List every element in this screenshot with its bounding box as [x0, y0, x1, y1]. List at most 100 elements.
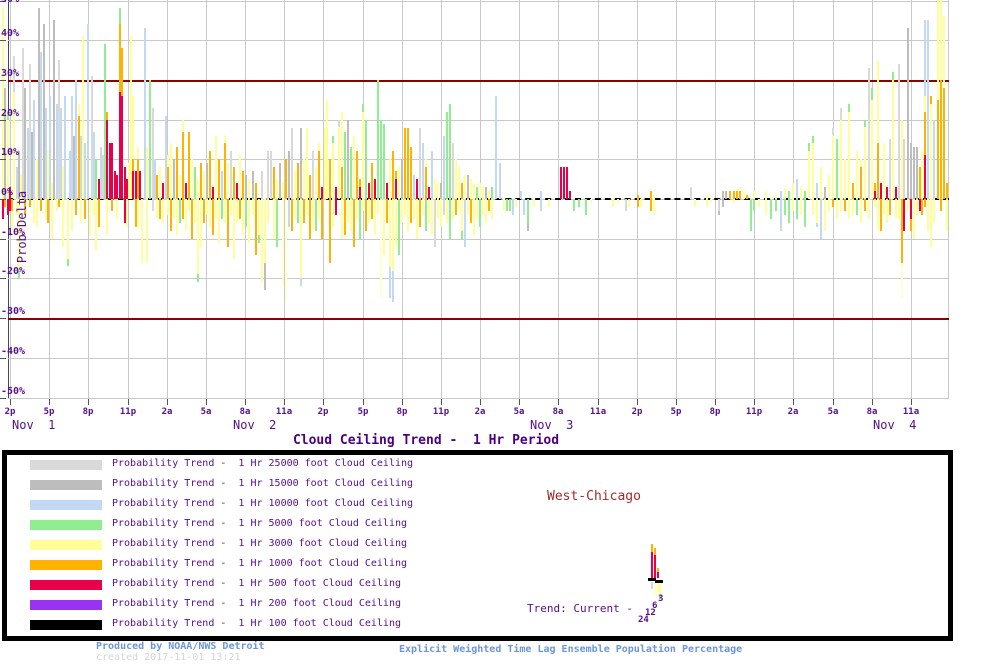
- stacked-bar-segment: [758, 199, 760, 207]
- stacked-bar-segment: [188, 132, 190, 200]
- stacked-bar-segment: [434, 199, 436, 247]
- stacked-bar-segment: [221, 199, 223, 219]
- stacked-bar-segment: [132, 159, 134, 171]
- stacked-bar-segment: [71, 199, 73, 231]
- stacked-bar-segment: [739, 187, 741, 191]
- stacked-bar-segment: [209, 199, 211, 227]
- stacked-bar-segment: [116, 199, 118, 219]
- y-tick-label: 20%: [1, 108, 19, 119]
- stacked-bar-segment: [386, 199, 388, 223]
- stacked-bar-segment: [350, 147, 352, 199]
- stacked-bar-segment: [392, 199, 394, 271]
- x-tick-mark: [10, 399, 11, 405]
- stacked-bar-segment: [437, 199, 439, 219]
- horizontal-gridline: [8, 239, 949, 240]
- stacked-bar-segment: [242, 171, 244, 199]
- stacked-bar-segment: [877, 143, 879, 199]
- stacked-bar-segment: [533, 199, 535, 207]
- stacked-bar-segment: [820, 167, 822, 199]
- stacked-bar-segment: [335, 187, 337, 199]
- stacked-bar-segment: [832, 199, 834, 207]
- x-tick-mark: [88, 399, 89, 405]
- stacked-bar-segment: [416, 199, 418, 239]
- stacked-bar-segment: [338, 128, 340, 200]
- stacked-bar-segment: [242, 199, 244, 235]
- mini-bar-segment: [654, 582, 656, 596]
- stacked-bar-segment: [194, 167, 196, 199]
- stacked-bar-segment: [84, 143, 86, 199]
- stacked-bar-segment: [62, 199, 64, 247]
- x-tick-label: 2p: [308, 407, 338, 417]
- stacked-bar-segment: [11, 199, 13, 211]
- stacked-bar-segment: [368, 199, 370, 223]
- stacked-bar-segment: [245, 175, 247, 199]
- stacked-bar-segment: [736, 191, 738, 199]
- stacked-bar-segment: [933, 120, 935, 199]
- stacked-bar-segment: [452, 143, 454, 199]
- stacked-bar-segment: [808, 143, 810, 151]
- x-tick-mark: [715, 399, 716, 405]
- stacked-bar-segment: [329, 199, 331, 263]
- stacked-bar-segment: [784, 199, 786, 215]
- stacked-bar-segment: [452, 199, 454, 219]
- stacked-bar-segment: [470, 199, 472, 223]
- stacked-bar-segment: [273, 167, 275, 199]
- stacked-bar-segment: [239, 199, 241, 219]
- stacked-bar-segment: [880, 183, 882, 199]
- stacked-bar-segment: [380, 199, 382, 298]
- stacked-bar-segment: [309, 175, 311, 199]
- x-tick-mark: [284, 399, 285, 405]
- stacked-bar-segment: [455, 159, 457, 199]
- stacked-bar-segment: [746, 195, 748, 199]
- stacked-bar-segment: [458, 167, 460, 199]
- stacked-bar-segment: [930, 199, 932, 247]
- stacked-bar-segment: [836, 199, 838, 219]
- stacked-bar-segment: [792, 199, 794, 211]
- legend-item-label: Probability Trend - 1 Hr 10000 foot Clou…: [112, 498, 413, 509]
- stacked-bar-segment: [159, 199, 161, 219]
- legend-color-swatch: [30, 600, 102, 610]
- stacked-bar-segment: [895, 199, 897, 219]
- stacked-bar-segment: [194, 199, 196, 223]
- stacked-bar-segment: [479, 183, 481, 199]
- stacked-bar-segment: [395, 199, 397, 247]
- stacked-bar-segment: [828, 199, 830, 211]
- y-tick-mark: [0, 358, 6, 359]
- stacked-bar-segment: [236, 183, 238, 199]
- stacked-bar-segment: [820, 199, 822, 239]
- stacked-bar-segment: [368, 183, 370, 199]
- stacked-bar-segment: [362, 104, 364, 112]
- stacked-bar-segment: [309, 199, 311, 239]
- stacked-bar-segment: [258, 199, 260, 235]
- stacked-bar-segment: [868, 68, 870, 199]
- stacked-bar-segment: [398, 199, 400, 255]
- stacked-bar-segment: [36, 199, 38, 227]
- stacked-bar-segment: [156, 199, 158, 219]
- stacked-bar-segment: [89, 199, 91, 235]
- y-tick-mark: [0, 278, 6, 279]
- stacked-bar-segment: [179, 199, 181, 223]
- stacked-bar-segment: [383, 199, 385, 255]
- stacked-bar-segment: [921, 199, 923, 215]
- stacked-bar-segment: [739, 191, 741, 199]
- stacked-bar-segment: [270, 151, 272, 199]
- x-tick-label: 2a: [465, 407, 495, 417]
- stacked-bar-segment: [276, 179, 278, 199]
- stacked-bar-segment: [407, 128, 409, 200]
- stacked-bar-segment: [386, 183, 388, 199]
- stacked-bar-segment: [840, 199, 842, 211]
- stacked-bar-segment: [509, 199, 511, 211]
- stacked-bar-segment: [725, 191, 727, 199]
- legend-color-swatch: [30, 520, 102, 530]
- stacked-bar-segment: [886, 199, 888, 223]
- stacked-bar-segment: [924, 155, 926, 199]
- stacked-bar-segment: [170, 199, 172, 231]
- stacked-bar-segment: [479, 199, 481, 227]
- stacked-bar-segment: [321, 199, 323, 239]
- stacked-bar-segment: [461, 199, 463, 231]
- stacked-bar-segment: [410, 147, 412, 199]
- stacked-bar-segment: [227, 163, 229, 199]
- chart-title: Cloud Ceiling Trend - 1 Hr Period: [0, 433, 852, 448]
- y-tick-label: -50%: [1, 386, 25, 397]
- y-tick-mark: [0, 199, 6, 200]
